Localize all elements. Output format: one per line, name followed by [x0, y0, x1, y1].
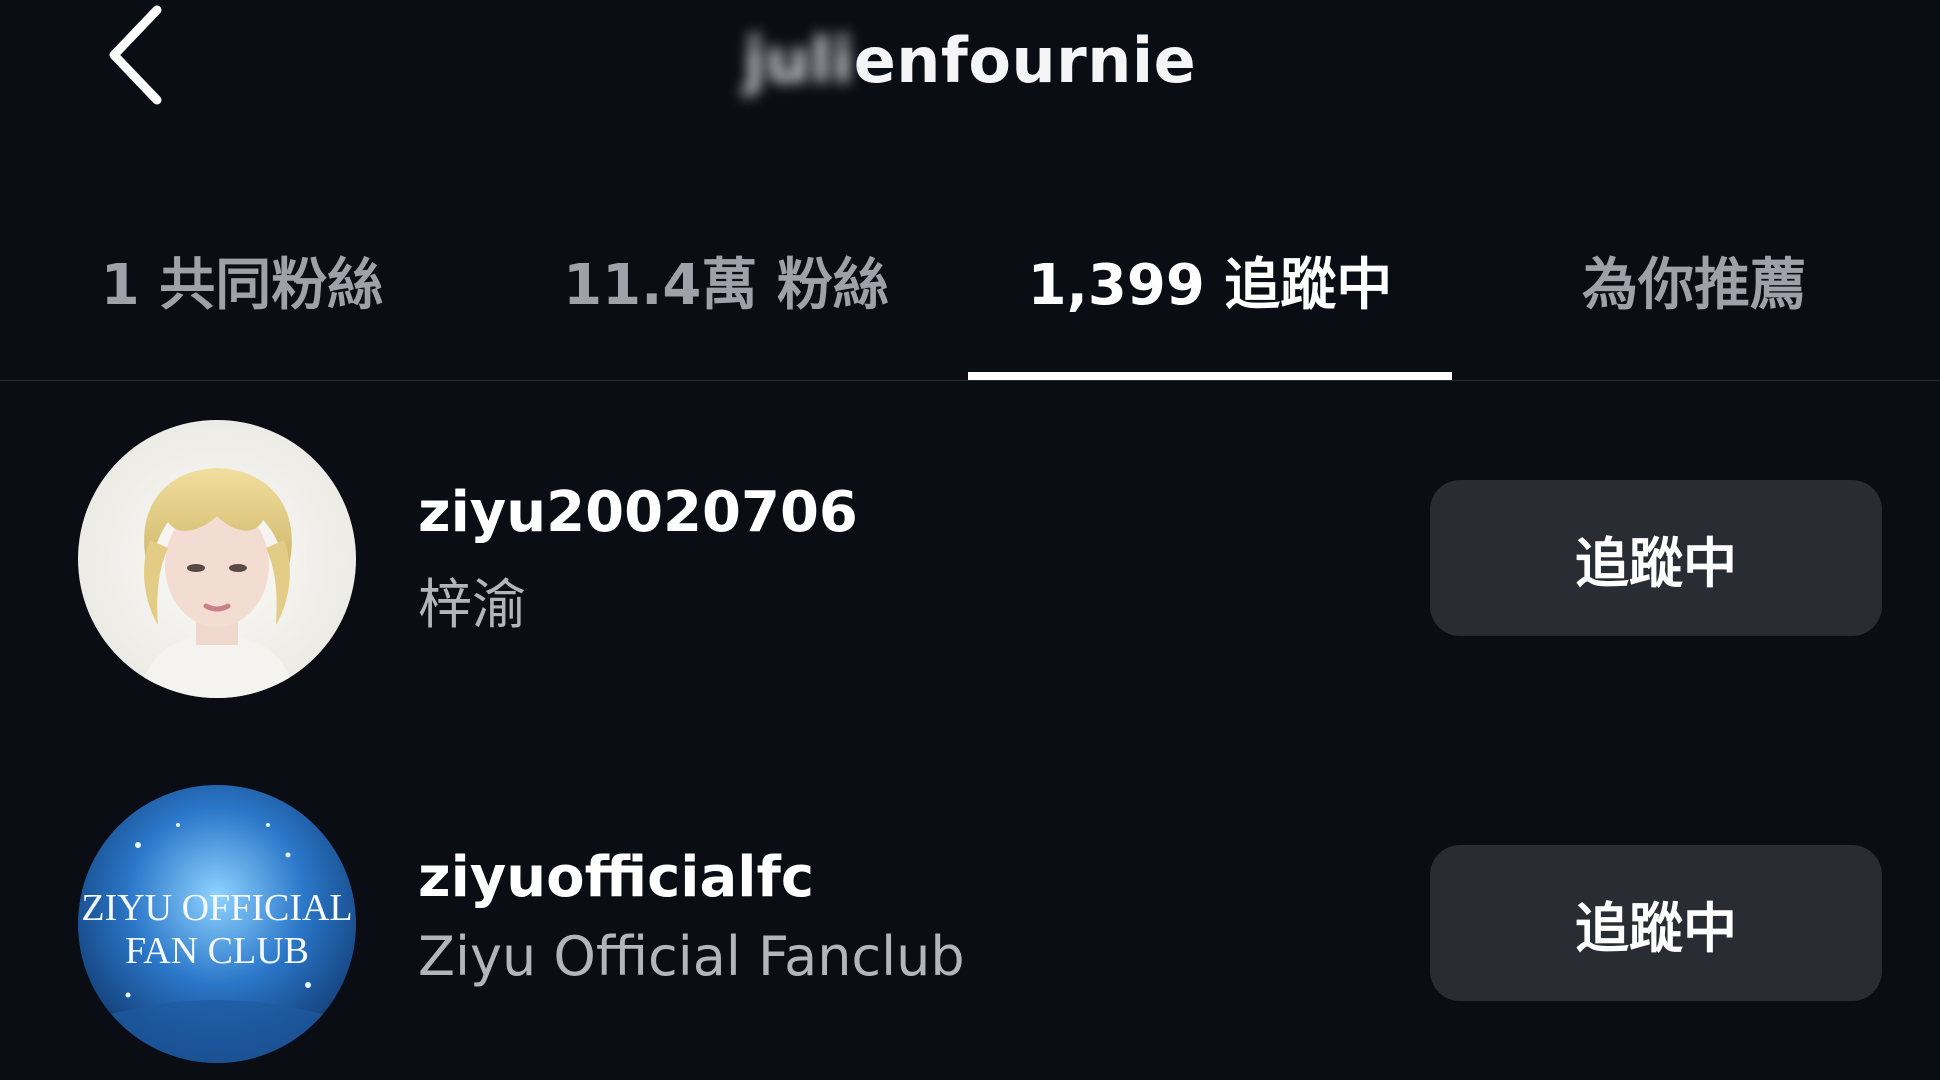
fanclub-logo: ZIYU OFFICIAL FAN CLUB: [78, 785, 356, 1063]
list-item[interactable]: ziyu20020706 梓渝 追蹤中: [0, 410, 1940, 700]
tab-following[interactable]: 1,399 追蹤中: [968, 240, 1452, 360]
avatar[interactable]: [78, 420, 356, 698]
list-item[interactable]: ZIYU OFFICIAL FAN CLUB ziyuofficialfc Zi…: [0, 775, 1940, 1065]
display-name: 梓渝: [418, 573, 526, 636]
redacted-text: juli: [743, 24, 854, 97]
active-tab-indicator: [968, 372, 1452, 380]
following-button[interactable]: 追蹤中: [1430, 480, 1882, 636]
username-visible-part: enfournie: [853, 24, 1197, 97]
following-button[interactable]: 追蹤中: [1430, 845, 1882, 1001]
username[interactable]: ziyu20020706: [418, 480, 858, 545]
logo-text-line1: ZIYU OFFICIAL: [81, 887, 352, 929]
avatar[interactable]: ZIYU OFFICIAL FAN CLUB: [78, 785, 356, 1063]
tab-suggested[interactable]: 為你推薦: [1452, 240, 1936, 360]
tab-followers[interactable]: 11.4萬 粉絲: [484, 240, 968, 360]
profile-photo: [78, 420, 356, 698]
tab-mutual-followers[interactable]: 1 共同粉絲: [0, 240, 484, 360]
username[interactable]: ziyuofficialfc: [418, 845, 814, 910]
tab-bar: 1 共同粉絲 11.4萬 粉絲 1,399 追蹤中 為你推薦: [0, 210, 1940, 381]
profile-username-title: julienfournie: [0, 24, 1940, 97]
top-bar: julienfournie: [0, 0, 1940, 140]
logo-text-line2: FAN CLUB: [125, 930, 309, 972]
display-name: Ziyu Official Fanclub: [418, 925, 965, 988]
